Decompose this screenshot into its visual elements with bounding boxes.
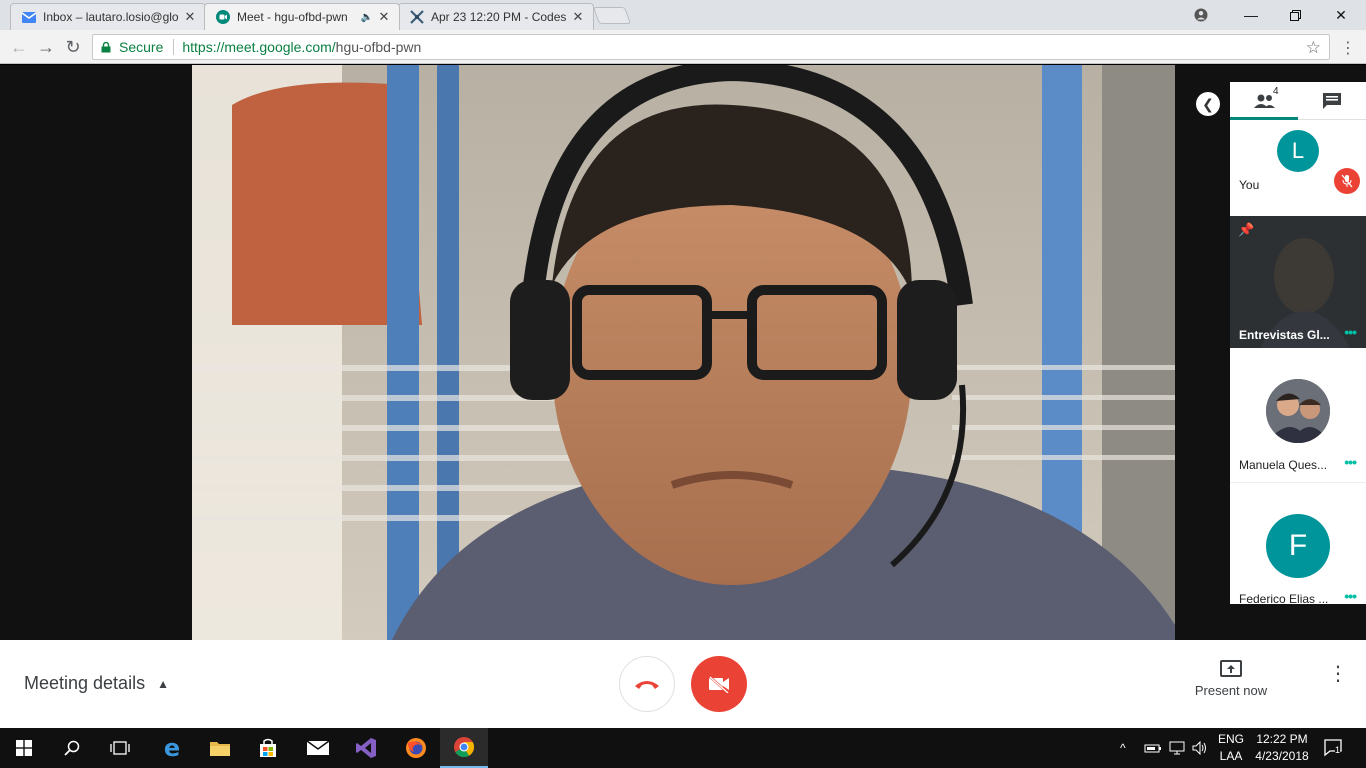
main-video-feed — [192, 65, 1175, 640]
forward-icon[interactable]: → — [35, 36, 57, 58]
battery-icon[interactable] — [1144, 728, 1162, 768]
tab-meet[interactable]: Meet - hgu-ofbd-pwn 🔈 ✕ — [204, 3, 400, 30]
participant-name: Entrevistas Gl... — [1239, 328, 1330, 342]
language-bottom: LAA — [1219, 749, 1243, 763]
close-tab-icon[interactable]: ✕ — [183, 9, 197, 25]
notification-count: 1 — [1335, 745, 1341, 755]
coderpad-icon — [409, 9, 425, 25]
edge-browser-icon[interactable]: e — [148, 728, 196, 768]
camera-off-icon — [708, 675, 729, 693]
tab-strip: Inbox – lautaro.losio@glo ✕ Meet - hgu-o… — [0, 0, 1366, 30]
profile-photo — [1266, 379, 1330, 443]
participant-count: 4 — [1273, 86, 1279, 97]
secure-indicator[interactable]: Secure — [93, 39, 163, 55]
toggle-camera-button[interactable] — [691, 656, 747, 712]
visual-studio-icon[interactable] — [342, 728, 390, 768]
audio-playing-icon[interactable]: 🔈 — [361, 12, 373, 23]
more-options-icon[interactable]: ••• — [1344, 588, 1357, 604]
inbox-icon — [21, 9, 37, 25]
browser-toolbar: ← → ↻ Secure https://meet.google.com/hgu… — [0, 30, 1366, 64]
present-screen-icon — [1220, 660, 1242, 677]
more-options-icon[interactable]: ••• — [1344, 324, 1357, 340]
video-frame-image — [192, 65, 1175, 640]
participant-tile-you[interactable]: L You — [1230, 120, 1366, 216]
present-now-label: Present now — [1194, 683, 1268, 698]
tab-title: Apr 23 12:20 PM - Codes — [431, 10, 567, 24]
close-window-icon[interactable]: ✕ — [1318, 0, 1364, 30]
firefox-icon[interactable] — [392, 728, 440, 768]
leave-call-button[interactable] — [619, 656, 675, 712]
minimize-icon[interactable]: — — [1228, 0, 1274, 30]
participants-panel: 4 L You 📌 Entrevistas Gl... ••• Manuela … — [1230, 82, 1366, 604]
collapse-sidebar-button[interactable]: ❮ — [1196, 92, 1220, 116]
participant-name: You — [1239, 178, 1260, 192]
chrome-icon[interactable] — [440, 728, 488, 768]
clock[interactable]: 12:22 PM 4/23/2018 — [1250, 731, 1314, 765]
url-text: https://meet.google.com/hgu-ofbd-pwn — [182, 39, 421, 55]
mic-off-icon — [1334, 168, 1360, 194]
search-icon[interactable] — [48, 728, 96, 768]
participant-tile-federico[interactable]: F Federico Elias ... ••• — [1230, 483, 1366, 604]
windows-start-icon[interactable] — [0, 728, 48, 768]
volume-icon[interactable] — [1192, 728, 1208, 768]
omnibox-divider — [173, 39, 175, 55]
meet-stage: ❮ 4 L You 📌 Entrevistas Gl... ••• Manuel… — [0, 65, 1366, 640]
avatar: F — [1266, 514, 1330, 578]
address-bar[interactable]: Secure https://meet.google.com/hgu-ofbd-… — [92, 34, 1330, 60]
store-icon[interactable] — [244, 728, 292, 768]
close-tab-icon[interactable]: ✕ — [377, 9, 391, 25]
input-language-indicator[interactable]: ENG LAA — [1216, 731, 1246, 765]
meet-icon — [215, 9, 231, 25]
language-top: ENG — [1217, 732, 1244, 746]
url-path: hgu-ofbd-pwn — [335, 39, 422, 55]
more-options-menu-icon[interactable]: ⋮ — [1328, 664, 1348, 684]
hang-up-icon — [635, 681, 659, 689]
url-host: https://meet.google.com/ — [182, 39, 336, 55]
tab-title: Inbox – lautaro.losio@glo — [43, 10, 179, 24]
back-icon[interactable]: ← — [8, 36, 30, 58]
tab-people[interactable]: 4 — [1230, 82, 1298, 120]
mail-icon[interactable] — [294, 728, 342, 768]
network-icon[interactable] — [1168, 728, 1186, 768]
chevron-up-icon: ▲ — [157, 676, 169, 691]
close-tab-icon[interactable]: ✕ — [571, 9, 585, 25]
avatar: L — [1277, 130, 1319, 172]
show-hidden-icons-icon[interactable]: ^ — [1120, 728, 1126, 768]
lock-icon — [101, 41, 111, 52]
secure-label: Secure — [119, 39, 164, 55]
reload-icon[interactable]: ↻ — [62, 36, 84, 58]
profile-icon[interactable] — [1178, 0, 1224, 30]
task-view-icon[interactable] — [96, 728, 144, 768]
chat-icon — [1323, 92, 1341, 109]
browser-menu-icon[interactable]: ⋮ — [1340, 38, 1356, 58]
participant-tile-manuela[interactable]: Manuela Ques... ••• — [1230, 348, 1366, 483]
windows-taskbar: e ^ ENG LAA 12:22 PM 4/23/2018 1 — [0, 728, 1366, 768]
action-center-icon[interactable]: 1 — [1324, 728, 1344, 768]
clock-time: 12:22 PM — [1256, 732, 1308, 746]
participant-tile-entrevistas[interactable]: 📌 Entrevistas Gl... ••• — [1230, 216, 1366, 348]
present-now-button[interactable]: Present now — [1190, 660, 1272, 698]
sidebar-tabs: 4 — [1230, 82, 1366, 120]
clock-date: 4/23/2018 — [1255, 749, 1309, 763]
restore-icon[interactable] — [1272, 0, 1318, 30]
meeting-controls-bar: Meeting details ▲ Present now ⋮ — [0, 640, 1366, 728]
new-tab-button[interactable] — [592, 7, 632, 24]
pin-icon[interactable]: 📌 — [1238, 222, 1254, 238]
file-explorer-icon[interactable] — [196, 728, 244, 768]
participant-name: Federico Elias ... — [1239, 592, 1329, 604]
tab-inbox[interactable]: Inbox – lautaro.losio@glo ✕ — [10, 3, 206, 30]
tab-coderpad[interactable]: Apr 23 12:20 PM - Codes ✕ — [398, 3, 594, 30]
tab-chat[interactable] — [1298, 82, 1366, 119]
more-options-icon[interactable]: ••• — [1344, 454, 1357, 470]
tab-title: Meet - hgu-ofbd-pwn — [237, 10, 348, 24]
participant-name: Manuela Ques... — [1239, 458, 1328, 472]
meeting-details-label: Meeting details — [24, 673, 146, 693]
meeting-details-toggle[interactable]: Meeting details ▲ — [24, 673, 169, 694]
bookmark-star-icon[interactable]: ☆ — [1306, 38, 1321, 58]
